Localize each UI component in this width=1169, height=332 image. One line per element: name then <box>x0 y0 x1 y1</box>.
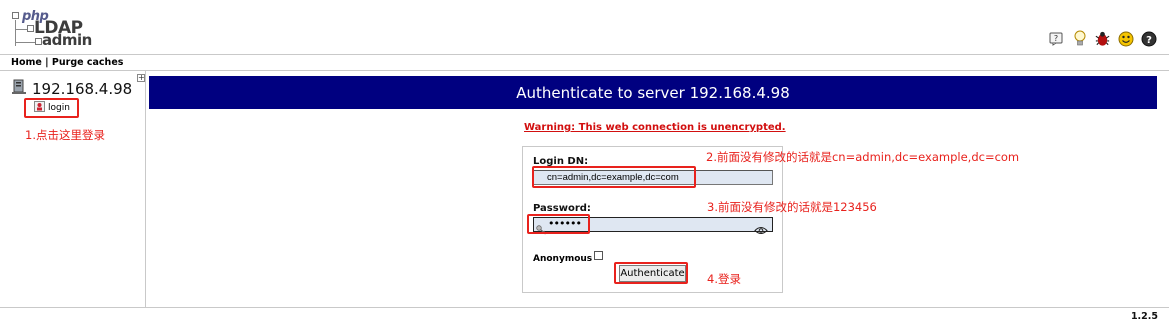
server-icon <box>12 79 28 99</box>
footer-divider <box>0 307 1169 308</box>
logo-tree-box-icon <box>35 38 42 45</box>
annotation-login-dn: 2.前面没有修改的话就是cn=admin,dc=example,dc=com <box>706 150 1020 164</box>
annotation-box-password <box>527 214 590 234</box>
annotation-password: 3.前面没有修改的话就是123456 <box>707 200 877 214</box>
login-link[interactable]: login <box>24 98 79 118</box>
annotation-login: 4.登录 <box>707 272 741 286</box>
info-icon[interactable]: ? <box>1140 30 1157 47</box>
anonymous-label: Anonymous <box>533 254 593 264</box>
login-label: login <box>48 103 70 113</box>
toolbar-icons: ? ? <box>1048 30 1157 47</box>
menu-separator: | <box>41 57 52 68</box>
annotation-box-authenticate <box>614 262 688 284</box>
logo-tree-box-icon <box>12 12 19 19</box>
menu-divider <box>0 70 1169 71</box>
svg-text:?: ? <box>1054 34 1058 43</box>
home-link[interactable]: Home <box>11 57 42 68</box>
bug-icon[interactable] <box>1094 30 1111 47</box>
smiley-icon[interactable] <box>1117 30 1134 47</box>
purge-caches-link[interactable]: Purge caches <box>52 57 124 68</box>
svg-text:?: ? <box>1146 35 1152 46</box>
page-title: Authenticate to server 192.168.4.98 <box>149 76 1157 109</box>
version-label: 1.2.5 <box>1130 311 1158 322</box>
lightbulb-icon[interactable] <box>1071 30 1088 47</box>
unencrypted-warning[interactable]: Warning: This web connection is unencryp… <box>524 122 786 133</box>
help-icon[interactable]: ? <box>1048 30 1065 47</box>
expand-toggle[interactable]: + <box>137 74 145 82</box>
phpldapadmin-logo[interactable]: php LDAP admin <box>12 9 92 49</box>
server-name: 192.168.4.98 <box>32 80 133 98</box>
top-menu: Home | Purge caches <box>11 57 123 68</box>
login-icon <box>34 101 45 115</box>
server-tree: + 192.168.4.98 login 1.点击这里登录 <box>0 71 146 307</box>
logo-admin: admin <box>42 31 92 49</box>
annotation-click-login: 1.点击这里登录 <box>25 128 105 142</box>
show-password-eye-icon[interactable] <box>754 220 768 239</box>
logo-tree-box-icon <box>27 25 34 32</box>
annotation-box-dn <box>532 166 696 188</box>
anonymous-checkbox[interactable] <box>594 251 603 260</box>
password-label: Password: <box>533 203 591 214</box>
logo-tree-line <box>15 42 37 43</box>
header: php LDAP admin ? ? <box>0 0 1169 55</box>
server-item[interactable]: 192.168.4.98 <box>12 79 132 99</box>
